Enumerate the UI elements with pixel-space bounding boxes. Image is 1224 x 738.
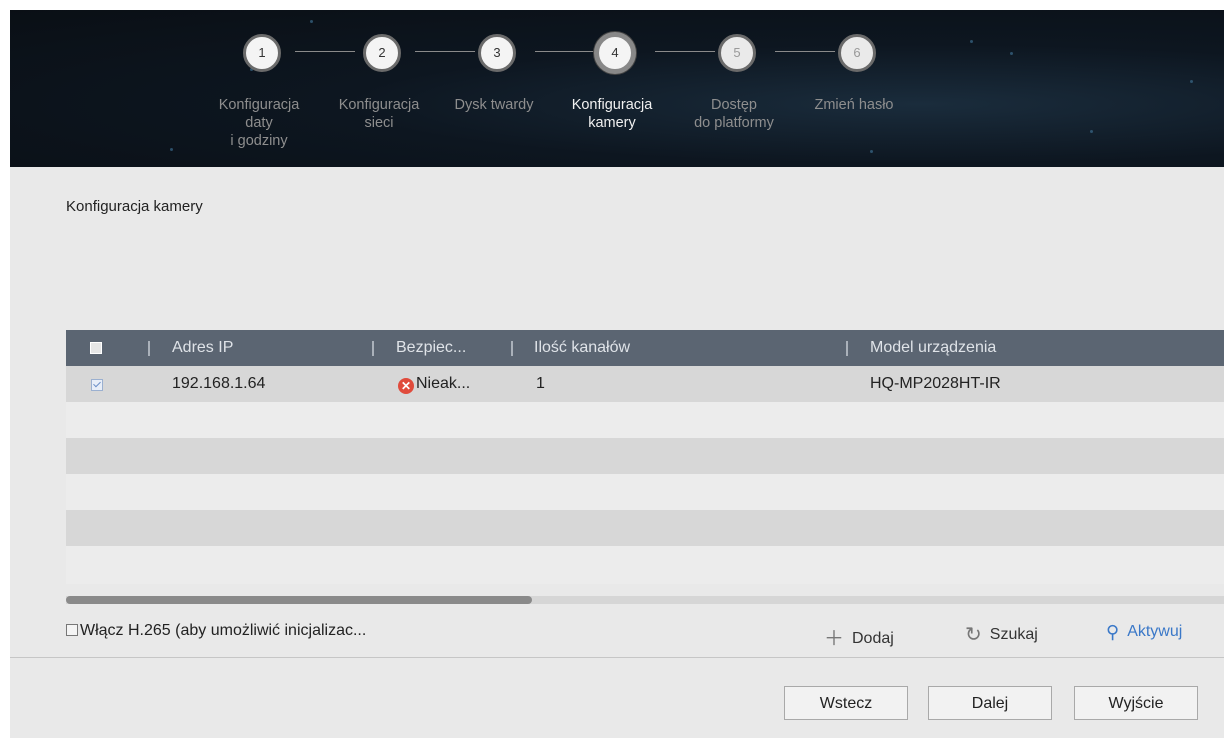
wizard-step-label-2: Konfiguracja sieci <box>319 96 439 132</box>
background-dot <box>1090 130 1093 133</box>
column-separator <box>372 341 374 356</box>
search-button[interactable]: ↻ Szukaj <box>965 622 1038 647</box>
key-search-icon: ⚲ <box>1106 622 1120 642</box>
row-channel-count: 1 <box>536 375 545 392</box>
wizard-step-4: 4 <box>594 32 636 74</box>
step-connector <box>535 51 595 52</box>
step-label-line: Dysk twardy <box>454 97 534 113</box>
step-label-line: Konfiguracja <box>338 97 420 113</box>
step-label-line: i godziny <box>230 133 288 149</box>
add-button[interactable]: ＋ Dodaj <box>824 622 894 651</box>
background-dot <box>170 148 173 151</box>
wizard-step-label-5: Dostęp do platformy <box>674 96 794 132</box>
wizard-step-1: 1 <box>243 34 281 72</box>
security-status-text: Nieak... <box>416 375 471 392</box>
wizard-step-2: 2 <box>363 34 401 72</box>
activate-button[interactable]: ⚲ Aktywuj <box>1106 622 1182 643</box>
table-row-empty <box>66 474 1224 510</box>
page-title: Konfiguracja kamery <box>66 198 203 215</box>
wizard-step-label-6: Zmień hasło <box>794 96 914 114</box>
step-label-line: sieci <box>364 115 394 131</box>
row-device-model: HQ-MP2028HT-IR <box>870 375 1001 392</box>
step-label-line: kamery <box>588 115 636 131</box>
camera-table: Adres IP Bezpiec... Ilość kanałów Model … <box>66 330 1224 584</box>
step-connector <box>655 51 715 52</box>
plus-icon: ＋ <box>824 628 844 650</box>
refresh-icon: ↻ <box>965 624 982 646</box>
error-icon: ✕ <box>398 378 414 394</box>
step-connector <box>775 51 835 52</box>
wizard-step-5: 5 <box>718 34 756 72</box>
wizard-step-label-4: Konfiguracja kamery <box>552 96 672 132</box>
table-row[interactable]: 192.168.1.64 ✕ Nieak... 1 HQ-MP2028HT-IR <box>66 366 1224 402</box>
camera-config-wizard: 1 Konfiguracja daty i godziny 2 Konfiguracja s… <box>10 10 1224 738</box>
background-dot <box>310 20 313 23</box>
step-label-line: daty <box>245 115 273 131</box>
h265-checkbox[interactable] <box>66 624 78 636</box>
h265-toggle[interactable]: Włącz H.265 (aby umożliwić inicjalizac..… <box>66 622 366 640</box>
background-dot <box>1190 80 1193 83</box>
column-separator <box>148 341 150 356</box>
wizard-step-3: 3 <box>478 34 516 72</box>
background-dot <box>970 40 973 43</box>
column-header-model[interactable]: Model urządzenia <box>870 330 996 366</box>
table-row-empty <box>66 510 1224 546</box>
row-ip-address: 192.168.1.64 <box>172 375 266 392</box>
step-label-line: Konfiguracja <box>218 97 300 113</box>
step-connector <box>415 51 475 52</box>
table-header: Adres IP Bezpiec... Ilość kanałów Model … <box>66 330 1224 366</box>
background-dot <box>870 150 873 153</box>
table-row-empty <box>66 546 1224 584</box>
wizard-step-label-3: Dysk twardy <box>434 96 554 114</box>
column-header-ip[interactable]: Adres IP <box>172 330 233 366</box>
step-label-line: do platformy <box>694 115 774 131</box>
select-all-checkbox[interactable] <box>90 342 102 354</box>
step-label-line: Konfiguracja <box>571 97 653 113</box>
table-row-empty <box>66 402 1224 438</box>
column-header-security[interactable]: Bezpiec... <box>396 330 466 366</box>
scrollbar-thumb[interactable] <box>66 596 532 604</box>
add-label: Dodaj <box>852 630 894 647</box>
h265-label: Włącz H.265 (aby umożliwić inicjalizac..… <box>80 622 367 639</box>
column-header-channels[interactable]: Ilość kanałów <box>534 330 630 366</box>
back-button[interactable]: Wstecz <box>784 686 908 720</box>
step-label-line: Dostęp <box>711 97 757 113</box>
wizard-step-label-1: Konfiguracja daty i godziny <box>199 96 319 150</box>
background-dot <box>1010 52 1013 55</box>
row-checkbox[interactable] <box>91 379 103 391</box>
column-separator <box>511 341 513 356</box>
activate-label: Aktywuj <box>1127 623 1183 640</box>
horizontal-scrollbar[interactable] <box>66 596 1224 604</box>
next-button[interactable]: Dalej <box>928 686 1052 720</box>
step-label-line: Zmień hasło <box>814 97 894 113</box>
exit-button[interactable]: Wyjście <box>1074 686 1198 720</box>
step-connector <box>295 51 355 52</box>
search-label: Szukaj <box>989 626 1038 643</box>
column-separator <box>846 341 848 356</box>
table-row-empty <box>66 438 1224 474</box>
row-security-status: ✕ Nieak... <box>398 366 470 402</box>
wizard-header: 1 Konfiguracja daty i godziny 2 Konfiguracja s… <box>10 10 1224 167</box>
footer-divider <box>10 657 1224 658</box>
wizard-step-6: 6 <box>838 34 876 72</box>
